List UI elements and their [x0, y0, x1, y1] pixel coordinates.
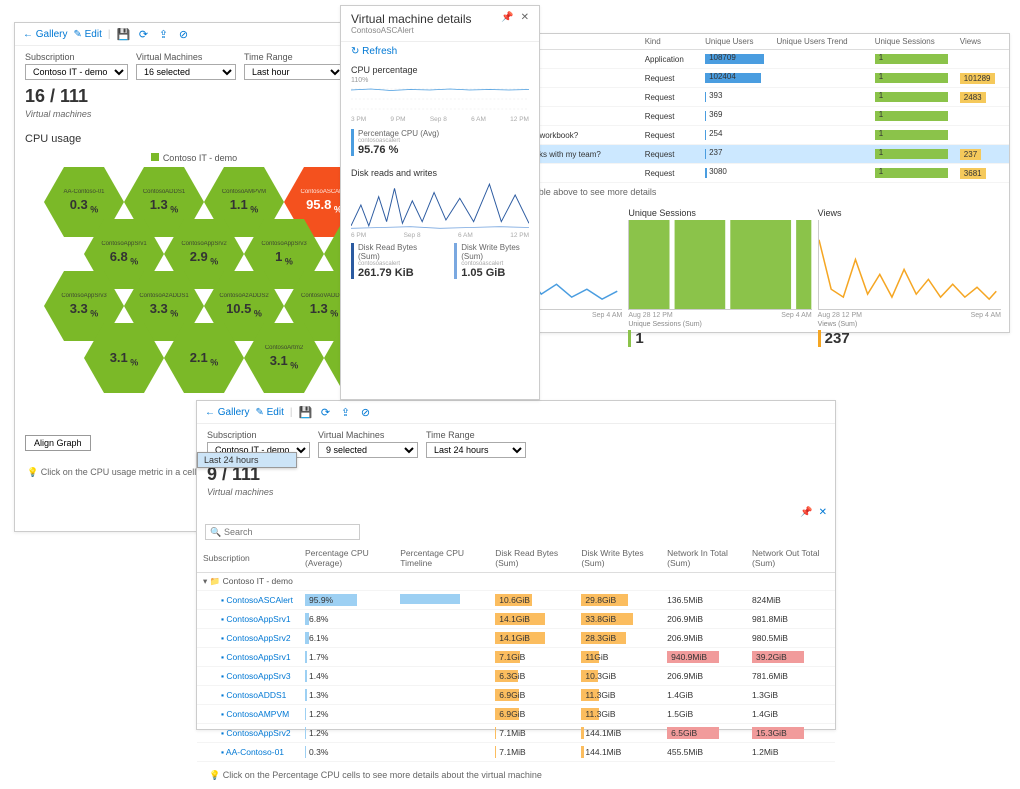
time-select-p4[interactable]: Last 24 hours [426, 442, 526, 458]
toolbar-p4: ← Gallery ✎ Edit | 💾 ⟳ ⇪ ⊘ [197, 401, 835, 424]
pin-icon[interactable]: 📌 [501, 12, 513, 23]
cpu-metric-value: 95.76 % [358, 144, 529, 156]
vm-link[interactable]: ContosoAMPVM [221, 709, 289, 719]
vm-count-label-p4: Virtual machines [197, 485, 835, 505]
disk-read-value: 261.79 KiB [358, 267, 426, 279]
vm-select-p4[interactable]: 9 selected [318, 442, 418, 458]
disk-sparkline [351, 180, 529, 230]
col-header[interactable]: Unique Users [699, 34, 770, 50]
edit-link[interactable]: ✎ Edit [73, 29, 101, 40]
col-header[interactable]: Subscription [197, 544, 299, 573]
panel-subtitle: ContosoASCAlert [351, 26, 472, 35]
vm-perf-panel: ← Gallery ✎ Edit | 💾 ⟳ ⇪ ⊘ Subscription C… [196, 400, 836, 730]
col-header[interactable]: Kind [639, 34, 699, 50]
close-icon-p4[interactable]: ✕ [819, 507, 827, 518]
help-icon[interactable]: ⊘ [176, 27, 190, 41]
share-icon[interactable]: ⇪ [156, 27, 170, 41]
vm-link[interactable]: ContosoAppSrv2 [221, 728, 291, 738]
close-icon[interactable]: ✕ [521, 12, 529, 23]
edit-link-p4[interactable]: ✎ Edit [255, 407, 283, 418]
col-header[interactable]: Percentage CPU Timeline [394, 544, 489, 573]
share-icon-p4[interactable]: ⇪ [338, 405, 352, 419]
refresh-link[interactable]: Refresh [341, 42, 539, 61]
gallery-link-p4[interactable]: ← Gallery [205, 407, 249, 418]
vm-table: SubscriptionPercentage CPU (Average)Perc… [197, 544, 835, 762]
vm-count: 16 / 111 [15, 86, 373, 107]
disk-write-value: 1.05 GiB [461, 267, 529, 279]
table-row[interactable]: ContosoAppSrv2 6.1% 14.1GiB 28.3GiB 206.… [197, 629, 835, 648]
table-row[interactable]: ContosoAMPVM 1.2% 6.9GiB 11.3GiB 1.5GiB … [197, 705, 835, 724]
table-row[interactable]: AA-Contoso-01 0.3% 7.1MiB 144.1MiB 455.5… [197, 743, 835, 762]
col-header[interactable]: Views [954, 34, 1009, 50]
vm-link[interactable]: AA-Contoso-01 [221, 747, 284, 757]
table-row[interactable]: ContosoAppSrv1 6.8% 14.1GiB 33.8GiB 206.… [197, 610, 835, 629]
vm-link[interactable]: ContosoAppSrv3 [221, 671, 291, 681]
col-header[interactable]: Unique Sessions [869, 34, 954, 50]
group-row[interactable]: 📁 Contoso IT - demo [197, 573, 835, 591]
cpu-sparkline [351, 84, 529, 114]
subscription-label: Subscription [25, 52, 128, 62]
time-label: Time Range [244, 52, 344, 62]
help-icon-p4[interactable]: ⊘ [358, 405, 372, 419]
table-row[interactable]: ContosoASCAlert 95.9% 10.6GiB 29.8GiB 13… [197, 591, 835, 610]
vm-select[interactable]: 16 selected [136, 64, 236, 80]
align-graph-button[interactable]: Align Graph [25, 435, 91, 451]
col-header[interactable]: Disk Read Bytes (Sum) [489, 544, 575, 573]
refresh-icon-p4[interactable]: ⟳ [318, 405, 332, 419]
vm-count-label: Virtual machines [15, 107, 373, 127]
mini-chart: Views Aug 28 12 PMSep 4 AM Views (Sum) 2… [818, 208, 1001, 347]
col-header[interactable]: Unique Users Trend [770, 34, 868, 50]
disk-section: Disk reads and writes [351, 168, 529, 178]
vm-link[interactable]: ContosoAppSrv1 [221, 652, 291, 662]
cpu-section-header: CPU usage [15, 127, 373, 149]
panel-title: Virtual machine details [351, 12, 472, 26]
vm-label: Virtual Machines [136, 52, 236, 62]
vm-link[interactable]: ContosoAppSrv1 [221, 614, 291, 624]
mini-chart: Unique Sessions Aug 28 12 PMSep 4 AM Uni… [628, 208, 811, 347]
time-select[interactable]: Last hour [244, 64, 344, 80]
vm-tip: Click on the Percentage CPU cells to see… [197, 762, 835, 789]
toolbar: ← Gallery ✎ Edit | 💾 ⟳ ⇪ ⊘ [15, 23, 373, 46]
cpu-section: CPU percentage [351, 65, 529, 75]
col-header[interactable]: Disk Write Bytes (Sum) [575, 544, 661, 573]
vm-link[interactable]: ContosoASCAlert [221, 595, 293, 605]
table-row[interactable]: ContosoAppSrv1 1.7% 7.1GiB 11GiB 940.9Mi… [197, 648, 835, 667]
gallery-link[interactable]: ← Gallery [23, 29, 67, 40]
refresh-icon[interactable]: ⟳ [136, 27, 150, 41]
hex-grid: AA-Contoso-010.3 %ContosoADDS11.3 %Conto… [24, 167, 364, 427]
time-dropdown-open[interactable]: Last 24 hours [197, 452, 297, 468]
search-input[interactable] [205, 524, 360, 540]
col-header[interactable]: Network In Total (Sum) [661, 544, 746, 573]
pin-icon-p4[interactable]: 📌 [800, 507, 812, 518]
save-icon[interactable]: 💾 [116, 27, 130, 41]
legend: Contoso IT - demo [15, 149, 373, 167]
cpu-metric-label: Percentage CPU (Avg) [358, 129, 529, 138]
table-row[interactable]: ContosoAppSrv2 1.2% 7.1MiB 144.1MiB 6.5G… [197, 724, 835, 743]
col-header[interactable]: Percentage CPU (Average) [299, 544, 394, 573]
subscription-select[interactable]: Contoso IT - demo [25, 64, 128, 80]
vm-link[interactable]: ContosoADDS1 [221, 690, 286, 700]
table-row[interactable]: ContosoAppSrv3 1.4% 6.3GiB 10.3GiB 206.9… [197, 667, 835, 686]
dropdown-option[interactable]: Last 24 hours [198, 453, 296, 467]
col-header[interactable]: Network Out Total (Sum) [746, 544, 835, 573]
vm-details-panel: Virtual machine details ContosoASCAlert … [340, 5, 540, 400]
save-icon-p4[interactable]: 💾 [298, 405, 312, 419]
filters: Subscription Contoso IT - demo Virtual Ma… [15, 46, 373, 86]
vm-link[interactable]: ContosoAppSrv2 [221, 633, 291, 643]
table-row[interactable]: ContosoADDS1 1.3% 6.9GiB 11.3GiB 1.4GiB … [197, 686, 835, 705]
